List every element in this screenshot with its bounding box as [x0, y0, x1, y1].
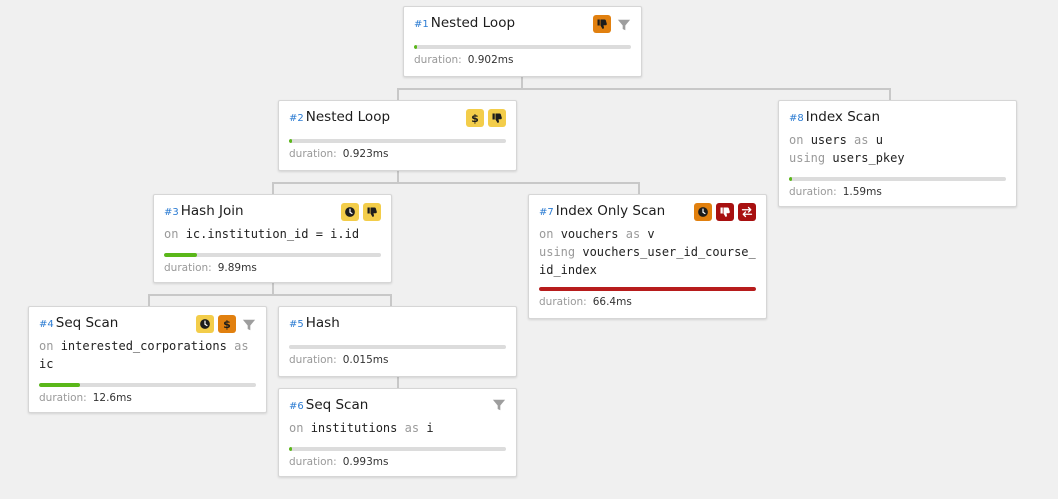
- thumbs-down-icon[interactable]: [488, 109, 506, 127]
- keyword-on: on: [789, 133, 804, 147]
- duration-bar-fill: [789, 177, 792, 181]
- node-number: #1: [414, 19, 429, 30]
- duration-bar-fill: [39, 383, 81, 387]
- keyword-using: using: [539, 245, 576, 259]
- edge-line: [397, 88, 891, 90]
- duration-value: 66.4ms: [592, 296, 632, 308]
- index-name: users_pkey: [832, 151, 905, 165]
- edge-line: [272, 182, 640, 184]
- keyword-on: on: [39, 339, 54, 353]
- dollar-icon[interactable]: $: [466, 109, 484, 127]
- plan-node-2[interactable]: #2 Nested Loop $ duration: 0.923ms: [278, 100, 517, 171]
- duration-bar: [289, 447, 506, 451]
- node-name: Nested Loop: [430, 15, 516, 31]
- node-detail: on interested_corporations as ic: [39, 337, 256, 373]
- clock-icon[interactable]: [196, 315, 214, 333]
- node-detail: on institutions as i: [289, 419, 506, 437]
- node-number: #3: [164, 207, 179, 218]
- duration-value: 0.015ms: [342, 354, 389, 366]
- duration-bar-fill: [164, 253, 197, 257]
- duration-bar: [164, 253, 381, 257]
- node-number: #2: [289, 113, 304, 124]
- duration-bar: [789, 177, 1006, 181]
- duration-bar-fill: [539, 287, 756, 291]
- duration-label: duration:: [789, 186, 837, 198]
- plan-node-1[interactable]: #1 Nested Loop duration: 0.902ms: [403, 6, 642, 77]
- duration-value: 12.6ms: [92, 392, 132, 404]
- plan-node-4[interactable]: #4 Seq Scan $ on interested_corporations …: [28, 306, 267, 413]
- node-number: #5: [289, 319, 304, 330]
- keyword-on: on: [164, 227, 179, 241]
- duration-label: duration:: [414, 54, 462, 66]
- duration-label: duration:: [289, 456, 337, 468]
- node-detail: on users as u using users_pkey: [789, 131, 1006, 167]
- duration-value: 0.902ms: [467, 54, 514, 66]
- keyword-as: as: [234, 339, 249, 353]
- duration-bar: [39, 383, 256, 387]
- duration-bar: [289, 345, 506, 349]
- duration-value: 0.993ms: [342, 456, 389, 468]
- duration-bar: [289, 139, 506, 143]
- node-detail: on ic.institution_id = i.id: [164, 225, 381, 243]
- plan-node-5[interactable]: #5 Hash duration: 0.015ms: [278, 306, 517, 377]
- relation-alias: v: [647, 227, 655, 241]
- duration-bar-fill: [289, 139, 292, 143]
- thumbs-down-icon[interactable]: [593, 15, 611, 33]
- duration-label: duration:: [539, 296, 587, 308]
- join-condition: ic.institution_id = i.id: [185, 227, 360, 241]
- keyword-as: as: [854, 133, 869, 147]
- node-name: Index Scan: [805, 109, 881, 125]
- keyword-on: on: [539, 227, 554, 241]
- plan-node-3[interactable]: #3 Hash Join on ic.institution_id = i.id …: [153, 194, 392, 283]
- node-number: #7: [539, 207, 554, 218]
- relation-name: institutions: [310, 421, 398, 435]
- node-name: Seq Scan: [305, 397, 369, 413]
- relation-name: interested_corporations: [60, 339, 227, 353]
- node-number: #6: [289, 401, 304, 412]
- clock-icon[interactable]: [694, 203, 712, 221]
- duration-value: 1.59ms: [842, 186, 882, 198]
- node-name: Hash Join: [180, 203, 244, 219]
- relation-name: vouchers: [560, 227, 619, 241]
- duration-label: duration:: [289, 354, 337, 366]
- node-name: Nested Loop: [305, 109, 391, 125]
- plan-node-6[interactable]: #6 Seq Scan on institutions as i duration…: [278, 388, 517, 477]
- filter-icon[interactable]: [492, 397, 506, 411]
- node-name: Seq Scan: [55, 315, 119, 331]
- duration-bar: [414, 45, 631, 49]
- duration-bar: [539, 287, 756, 291]
- duration-value: 0.923ms: [342, 148, 389, 160]
- dollar-icon[interactable]: $: [218, 315, 236, 333]
- plan-node-7[interactable]: #7 Index Only Scan on vouchers as v using…: [528, 194, 767, 319]
- node-number: #4: [39, 319, 54, 330]
- node-number: #8: [789, 113, 804, 124]
- filter-icon[interactable]: [242, 317, 256, 331]
- node-name: Index Only Scan: [555, 203, 666, 219]
- arrows-swap-icon[interactable]: [738, 203, 756, 221]
- node-name: Hash: [305, 315, 340, 331]
- keyword-on: on: [289, 421, 304, 435]
- relation-name: users: [810, 133, 847, 147]
- relation-alias: u: [875, 133, 883, 147]
- keyword-as: as: [404, 421, 420, 435]
- node-detail: on vouchers as v using vouchers_user_id_…: [539, 225, 756, 279]
- duration-bar-fill: [414, 45, 417, 49]
- relation-alias: ic: [39, 357, 54, 371]
- thumbs-down-icon[interactable]: [363, 203, 381, 221]
- plan-node-8[interactable]: #8 Index Scan on users as u using users_p…: [778, 100, 1017, 207]
- duration-label: duration:: [164, 262, 212, 274]
- thumbs-down-icon[interactable]: [716, 203, 734, 221]
- keyword-using: using: [789, 151, 826, 165]
- filter-icon[interactable]: [617, 17, 631, 31]
- relation-alias: i: [426, 421, 434, 435]
- duration-bar-fill: [289, 447, 292, 451]
- duration-label: duration:: [39, 392, 87, 404]
- duration-value: 9.89ms: [217, 262, 257, 274]
- duration-label: duration:: [289, 148, 337, 160]
- clock-icon[interactable]: [341, 203, 359, 221]
- edge-line: [148, 294, 392, 296]
- keyword-as: as: [625, 227, 641, 241]
